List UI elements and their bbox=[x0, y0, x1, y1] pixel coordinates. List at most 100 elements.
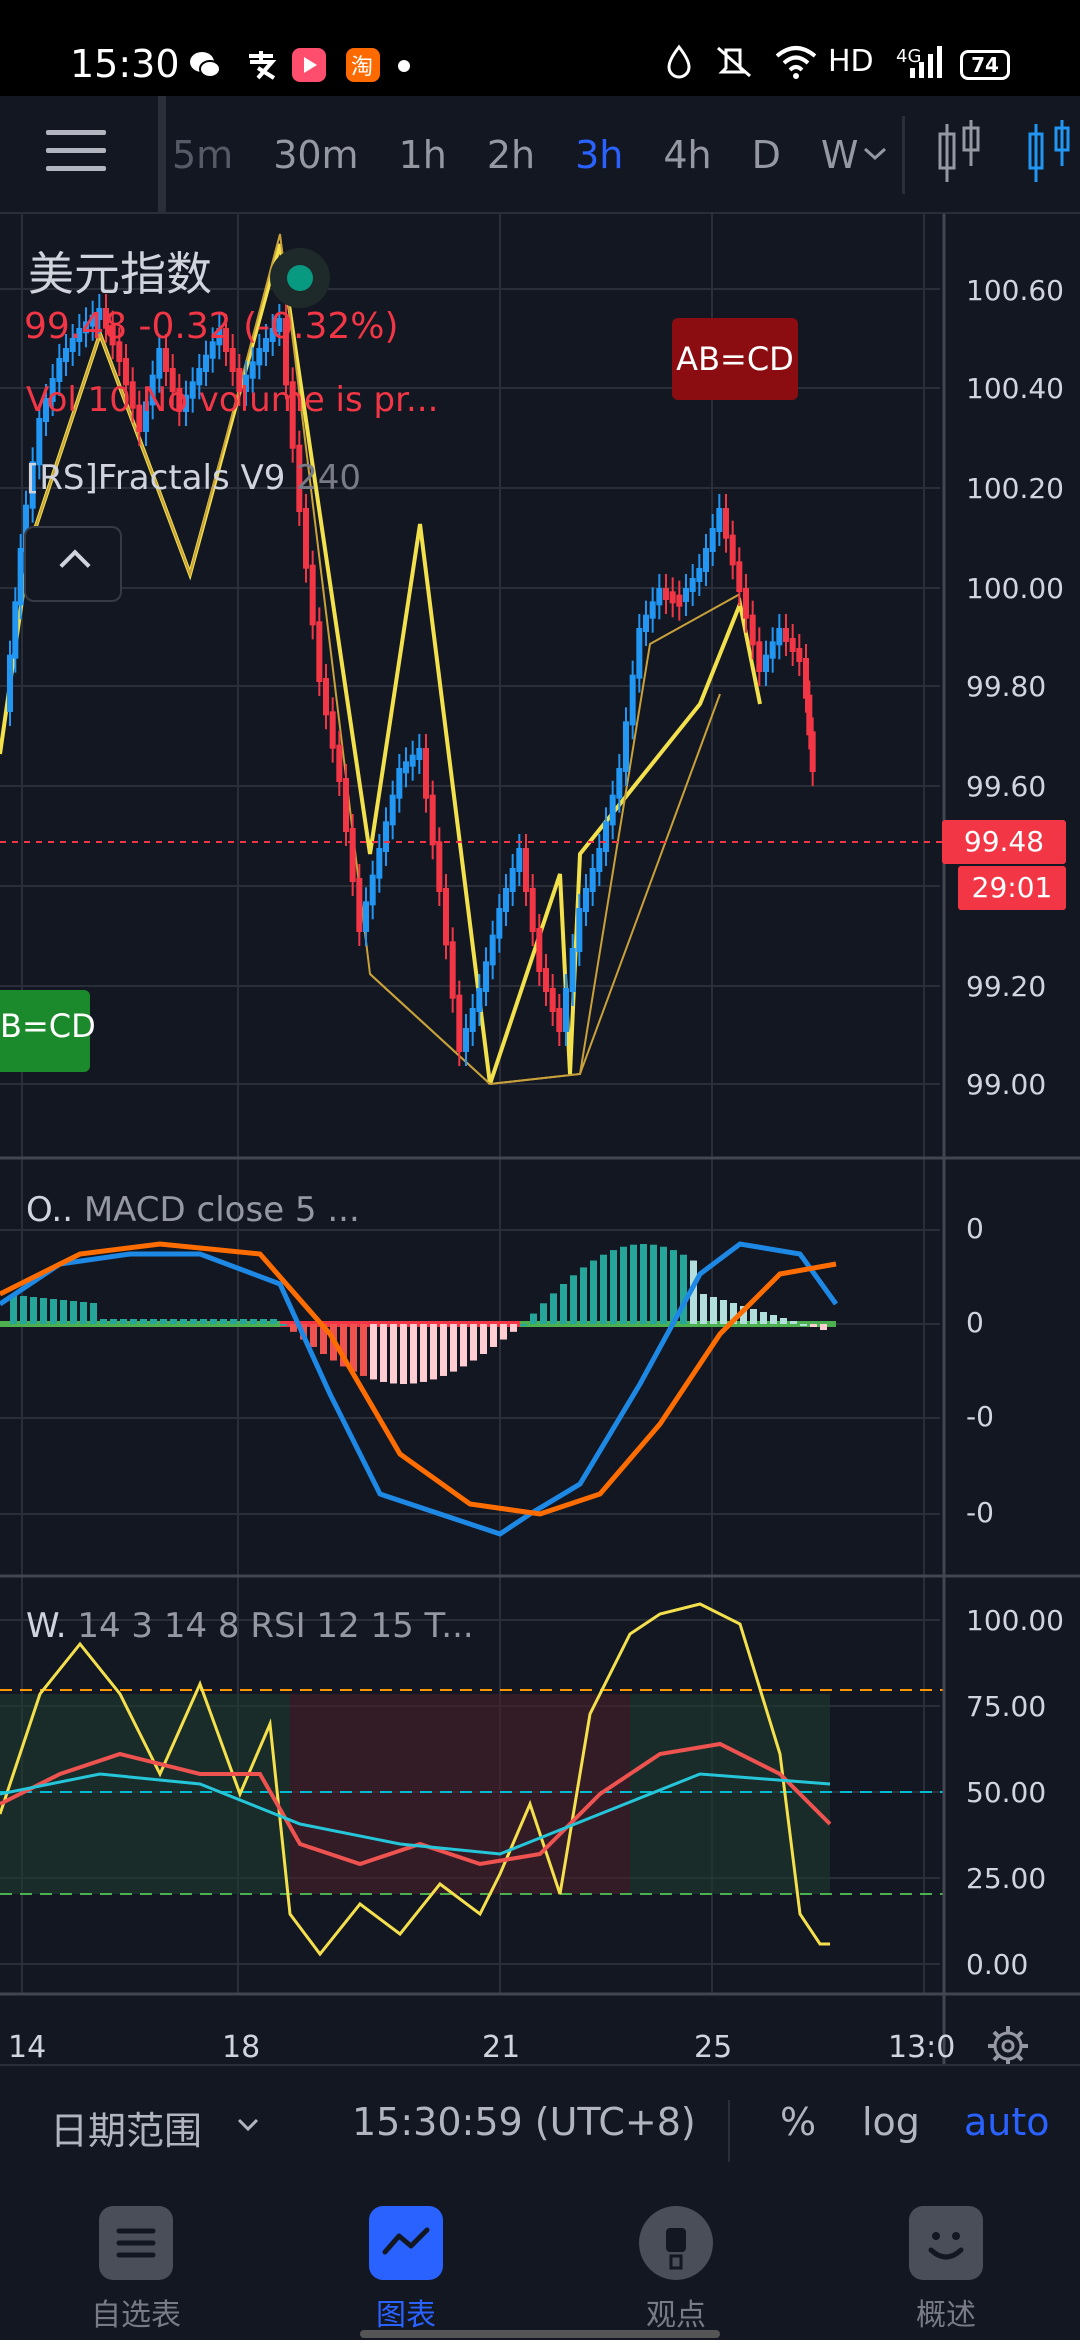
interval-d[interactable]: D bbox=[752, 133, 781, 177]
macd-histogram-bar bbox=[770, 1315, 777, 1324]
wifi-icon bbox=[774, 44, 818, 88]
macd-histogram-bar bbox=[570, 1275, 577, 1324]
macd-label-short: O.. bbox=[26, 1190, 73, 1230]
macd-histogram-bar bbox=[760, 1312, 767, 1324]
interval-2h[interactable]: 2h bbox=[487, 133, 535, 177]
candle-body bbox=[363, 901, 369, 932]
candle-body bbox=[756, 641, 763, 672]
log-scale-button[interactable]: log bbox=[862, 2100, 920, 2144]
interval-5m[interactable]: 5m bbox=[172, 133, 233, 177]
rsi-axis-label: 25.00 bbox=[966, 1862, 1047, 1895]
macd-histogram-bar bbox=[270, 1319, 277, 1324]
menu-button[interactable] bbox=[46, 130, 106, 180]
nav-chart[interactable]: 图表 bbox=[306, 2184, 506, 2340]
candles-colored-icon[interactable] bbox=[1026, 118, 1080, 192]
fractals-legend[interactable]: [RS]Fractals V9 240 bbox=[26, 458, 361, 498]
chart-toolbar: 5m 30m 1h 2h 3h 4h D W bbox=[0, 96, 1080, 214]
symbol-name[interactable]: 美元指数 bbox=[28, 238, 212, 304]
candle-body bbox=[643, 614, 649, 632]
auto-scale-button[interactable]: auto bbox=[964, 2100, 1050, 2144]
price-axis-label: 99.60 bbox=[966, 770, 1047, 803]
rsi-label-short: W. bbox=[26, 1606, 67, 1646]
volume-legend[interactable]: Vol 10 No volume is pr... bbox=[26, 380, 438, 420]
macd-histogram-bar bbox=[120, 1319, 127, 1324]
macd-label-text: MACD close 5 ... bbox=[83, 1190, 360, 1230]
rsi-axis-label: 100.00 bbox=[966, 1604, 1064, 1637]
macd-histogram-bar bbox=[700, 1294, 707, 1324]
candle-body bbox=[516, 848, 523, 872]
timezone-clock[interactable]: 15:30:59 (UTC+8) bbox=[352, 2100, 696, 2144]
chart-area[interactable]: 美元指数 99.48 -0.32 (-0.32%) Vol 10 No volu… bbox=[0, 214, 1080, 2066]
macd-histogram-bar bbox=[530, 1313, 537, 1324]
macd-histogram-bar bbox=[440, 1324, 447, 1376]
collapse-legend-button[interactable] bbox=[24, 526, 122, 602]
candle-body bbox=[449, 941, 456, 999]
change-value: -0.32 (-0.32%) bbox=[138, 306, 399, 347]
macd-histogram-bar bbox=[490, 1324, 497, 1347]
macd-histogram-bar bbox=[350, 1324, 357, 1372]
macd-histogram-bar bbox=[450, 1324, 457, 1372]
candle-body bbox=[583, 888, 589, 912]
current-price: 99.48 bbox=[24, 306, 128, 347]
interval-4h[interactable]: 4h bbox=[663, 133, 711, 177]
macd-histogram-bar bbox=[780, 1318, 787, 1324]
date-range-button[interactable]: 日期范围 bbox=[50, 2100, 202, 2155]
time-axis-label: 21 bbox=[482, 2030, 521, 2065]
candle-body bbox=[529, 888, 536, 932]
candle-body bbox=[416, 748, 423, 760]
macd-histogram-bar bbox=[20, 1296, 27, 1324]
percent-scale-button[interactable]: % bbox=[780, 2100, 816, 2144]
candle-body bbox=[649, 601, 656, 619]
interval-30m[interactable]: 30m bbox=[273, 133, 358, 177]
interval-1h[interactable]: 1h bbox=[399, 133, 447, 177]
status-time: 15:30 bbox=[70, 42, 180, 86]
candle-body bbox=[696, 568, 703, 582]
candle-body bbox=[749, 614, 756, 646]
candle-body bbox=[503, 888, 509, 912]
candle-body bbox=[596, 848, 603, 872]
chevron-down-icon[interactable] bbox=[236, 2106, 260, 2141]
candles-icon[interactable] bbox=[935, 118, 985, 192]
macd-histogram-bar bbox=[520, 1324, 527, 1326]
macd-histogram-bar bbox=[90, 1303, 97, 1324]
macd-histogram-bar bbox=[370, 1324, 377, 1380]
rsi-legend[interactable]: W. 14 3 14 8 RSI 12 15 T... bbox=[26, 1606, 474, 1646]
status-bar: 15:30 淘 HD 4G 74 bbox=[0, 0, 1080, 96]
indicator-param: 240 bbox=[296, 458, 362, 498]
macd-histogram-bar bbox=[220, 1319, 227, 1324]
candle-body bbox=[56, 358, 63, 382]
candle-body bbox=[383, 821, 389, 852]
interval-3h[interactable]: 3h bbox=[575, 133, 623, 177]
harmonic-pattern bbox=[369, 693, 721, 1086]
home-indicator bbox=[360, 2330, 720, 2338]
candle-body bbox=[456, 994, 463, 1052]
nav-ideas[interactable]: 观点 bbox=[576, 2184, 776, 2340]
candle-body bbox=[743, 588, 749, 619]
candle-body bbox=[783, 628, 789, 642]
interval-w[interactable]: W bbox=[821, 133, 859, 177]
range-bar: 日期范围 15:30:59 (UTC+8) % log auto bbox=[0, 2064, 1080, 2184]
nav-watchlist[interactable]: 自选表 bbox=[36, 2184, 236, 2340]
svg-text:淘: 淘 bbox=[351, 55, 373, 80]
macd-histogram-bar bbox=[210, 1319, 217, 1324]
candle-body bbox=[689, 578, 696, 592]
macd-plot bbox=[0, 1241, 839, 1537]
chevron-down-icon[interactable] bbox=[862, 136, 888, 171]
candle-body bbox=[203, 354, 209, 372]
last-price-tag: 99.48 bbox=[942, 820, 1066, 864]
nav-label: 观点 bbox=[646, 2298, 706, 2333]
macd-histogram-bar bbox=[600, 1254, 607, 1324]
time-axis-label: 18 bbox=[222, 2030, 261, 2065]
mute-icon bbox=[712, 44, 756, 88]
candle-body bbox=[763, 654, 769, 672]
time-axis-label: 13:0 bbox=[888, 2030, 956, 2065]
macd-legend[interactable]: O.. MACD close 5 ... bbox=[26, 1190, 360, 1230]
macd-histogram-bar bbox=[820, 1324, 827, 1330]
candle-body bbox=[443, 888, 449, 946]
nav-overview[interactable]: 概述 bbox=[846, 2184, 1046, 2340]
macd-histogram-bar bbox=[30, 1297, 37, 1324]
candle-body bbox=[7, 654, 13, 712]
macd-line bbox=[0, 1241, 839, 1537]
macd-axis-label: 0 bbox=[966, 1212, 984, 1245]
candle-body bbox=[549, 988, 556, 1012]
